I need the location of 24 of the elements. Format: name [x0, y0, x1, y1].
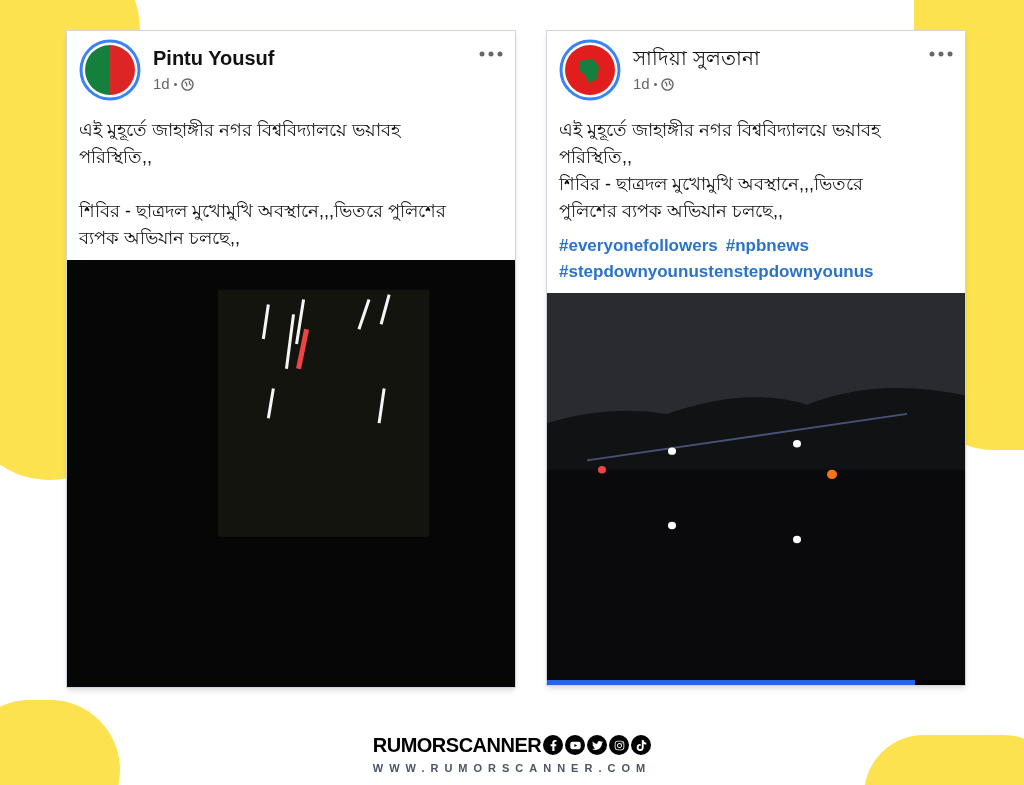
post-text: এই মুহূর্তে জাহাঙ্গীর নগর বিশ্ববিদ্যালয়ে ভয়াবহ পরিস্থিতি,,	[79, 118, 402, 169]
author-name[interactable]: Pintu Yousuf	[153, 43, 467, 73]
post-time: 1d	[153, 74, 170, 94]
author-name[interactable]: সাদিয়া সুলতানা	[633, 43, 917, 73]
post-text: শিবির - ছাত্রদল মুখোমুখি অবস্থানে,,,ভিতরে পুলিশের ব্যপক অভিযান চলছে,,	[559, 173, 864, 223]
post-time: 1d	[633, 74, 650, 94]
hashtag-link[interactable]: #stepdownyounustenstepdownyounus	[559, 259, 874, 285]
more-options-icon[interactable]	[479, 51, 503, 57]
twitter-icon[interactable]	[587, 735, 608, 755]
facebook-icon[interactable]	[543, 735, 564, 755]
hashtag-link[interactable]: #npbnews	[725, 233, 809, 259]
tiktok-icon[interactable]	[631, 735, 652, 755]
instagram-icon[interactable]	[609, 735, 630, 755]
youtube-icon[interactable]	[565, 735, 586, 755]
avatar-picture	[559, 39, 621, 101]
more-options-icon[interactable]	[929, 51, 953, 57]
website-url[interactable]: WWW.RUMORSCANNER.COM	[372, 760, 652, 777]
hashtag-link[interactable]: #everyonefollowers	[559, 233, 718, 259]
post-text: শিবির - ছাত্রদল মুখোমুখি অবস্থানে,,,ভিতরে পুলিশের ব্যপক অভিযান চলছে,,	[79, 200, 447, 250]
globe-icon	[660, 77, 674, 91]
brand-logo-text: RUMORSCANNER	[372, 733, 542, 758]
globe-icon	[180, 77, 194, 91]
avatar-picture	[79, 39, 141, 101]
post-text: এই মুহূর্তে জাহাঙ্গীর নগর বিশ্ববিদ্যালয়ে ভয়াবহ পরিস্থিতি,,	[559, 118, 882, 169]
